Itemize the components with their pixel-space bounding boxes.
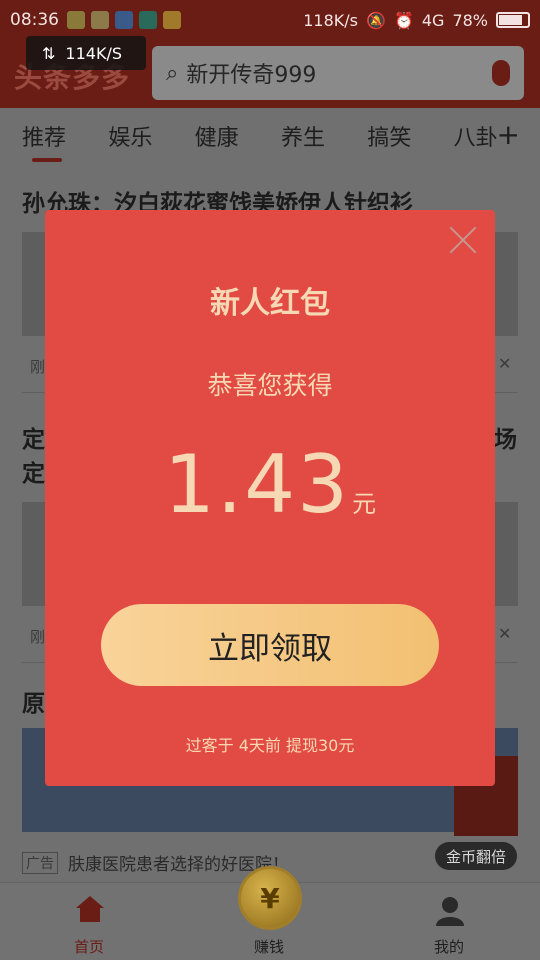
dismiss-icon[interactable]: ✕ — [498, 624, 511, 643]
scan-icon — [139, 11, 157, 29]
article-headline-fragment: 定 — [22, 427, 45, 453]
add-tab-icon[interactable]: + — [497, 118, 520, 151]
status-bar: 08:36 118K/s 🔕 ⏰ 4G 78% — [0, 0, 540, 40]
speed-overlay: ⇅ 114K/S — [26, 36, 146, 70]
category-tabs: 推荐 娱乐 健康 养生 搞笑 八卦 — [0, 108, 540, 164]
modal-title: 新人红包 — [210, 286, 330, 321]
chat-icon — [115, 11, 133, 29]
modal-subtitle: 恭喜您获得 — [207, 371, 333, 400]
article-thumbnail[interactable] — [22, 232, 46, 336]
lock-icon — [67, 11, 85, 29]
nav-earn[interactable]: 赚钱 — [254, 936, 284, 957]
tab-health[interactable]: 健康 — [195, 120, 281, 152]
article-meta: 刚 — [30, 628, 46, 646]
profile-icon[interactable] — [434, 894, 466, 926]
nav-home[interactable]: 首页 — [74, 936, 104, 957]
mute-icon: 🔕 — [366, 10, 386, 30]
amount-value: 1.43 — [163, 438, 351, 531]
coin-icon[interactable]: ¥ — [238, 866, 302, 930]
game-icon — [163, 11, 181, 29]
search-icon: ⌕ — [166, 60, 179, 86]
article-headline-fragment: 定 — [22, 461, 45, 487]
network-type: 4G — [421, 10, 445, 30]
close-icon[interactable] — [449, 226, 477, 254]
gold-double-badge[interactable]: 金币翻倍 — [435, 842, 517, 870]
red-packet-modal: 新人红包 恭喜您获得 1.43元 立即领取 过客于 4天前 提现30元 — [45, 210, 495, 786]
article-headline-fragment: 场 — [494, 427, 517, 453]
reward-amount: 1.43元 — [45, 438, 495, 531]
article-thumbnail[interactable] — [494, 502, 518, 606]
status-time: 08:36 — [10, 10, 59, 30]
nav-mine[interactable]: 我的 — [434, 936, 464, 957]
article-thumbnail[interactable] — [22, 502, 46, 606]
tab-funny[interactable]: 搞笑 — [367, 120, 453, 152]
claim-button[interactable]: 立即领取 — [101, 604, 439, 686]
article-meta: 刚 — [30, 358, 46, 376]
transfer-icon: ⇅ — [42, 43, 56, 63]
search-input[interactable]: ⌕ 新开传奇999 — [152, 46, 524, 100]
ad-label: 广告 — [22, 852, 58, 874]
home-icon[interactable] — [74, 894, 106, 924]
withdraw-notice: 过客于 4天前 提现30元 — [185, 736, 355, 755]
search-placeholder: 新开传奇999 — [186, 63, 317, 88]
alarm-icon: ⏰ — [393, 10, 414, 30]
tab-wellness[interactable]: 养生 — [281, 120, 367, 152]
battery-icon — [496, 12, 530, 28]
notification-icons — [67, 11, 181, 29]
dismiss-icon[interactable]: ✕ — [498, 354, 511, 373]
tab-entertainment[interactable]: 娱乐 — [108, 120, 194, 152]
article-thumbnail[interactable] — [494, 232, 518, 336]
app-icon — [91, 11, 109, 29]
microphone-icon[interactable] — [492, 60, 510, 86]
battery-percent: 78% — [452, 10, 488, 30]
amount-unit: 元 — [352, 490, 377, 518]
net-speed: 118K/s — [303, 10, 359, 30]
article-headline-fragment: 原 — [22, 691, 45, 717]
tab-recommend[interactable]: 推荐 — [22, 120, 108, 162]
